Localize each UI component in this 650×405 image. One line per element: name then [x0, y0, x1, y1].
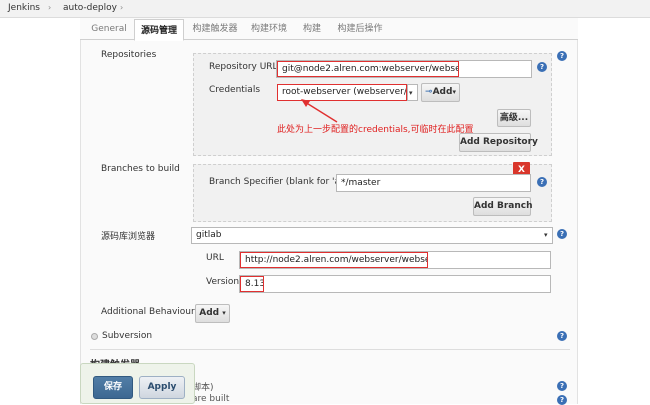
- version-label: Version: [206, 277, 240, 287]
- caret-down-icon: ▾: [409, 89, 413, 97]
- subversion-label: Subversion: [102, 331, 153, 341]
- trigger-option-partial: 脚本): [192, 383, 214, 393]
- help-icon[interactable]: ?: [557, 331, 567, 341]
- help-icon[interactable]: ?: [537, 62, 547, 72]
- repository-url-value: git@node2.alren.com:webserver/webserver.…: [277, 61, 459, 77]
- version-value: 8.13: [240, 276, 264, 292]
- help-icon[interactable]: ?: [557, 51, 567, 61]
- breadcrumb-jenkins[interactable]: Jenkins: [8, 3, 40, 13]
- tab-general[interactable]: General: [88, 18, 130, 40]
- tab-build[interactable]: 构建: [297, 18, 327, 40]
- advanced-button[interactable]: 高级...: [497, 109, 531, 127]
- tab-build-environment[interactable]: 构建环境: [247, 18, 291, 40]
- caret-down-icon: ▾: [544, 231, 548, 239]
- credentials-label: Credentials: [209, 85, 261, 95]
- repositories-label: Repositories: [101, 50, 157, 60]
- source-browser-label: 源码库浏览器: [101, 232, 156, 242]
- subversion-radio[interactable]: [91, 333, 98, 340]
- source-browser-select[interactable]: gitlab: [191, 227, 553, 244]
- tab-post-build[interactable]: 构建后操作: [332, 18, 388, 40]
- version-input[interactable]: [239, 275, 551, 293]
- credentials-dropdown[interactable]: ▾: [407, 84, 418, 101]
- additional-behaviours-add-button[interactable]: Add ▾: [195, 304, 230, 323]
- chevron-right-icon[interactable]: ›: [120, 3, 123, 12]
- trigger-option-partial-2: are built: [192, 394, 230, 404]
- additional-add-label: Add: [199, 308, 220, 318]
- branch-specifier-label: Branch Specifier (blank for 'any'): [209, 177, 358, 187]
- tab-source-management[interactable]: 源码管理: [134, 19, 184, 41]
- add-branch-button[interactable]: Add Branch: [473, 197, 533, 216]
- help-icon[interactable]: ?: [557, 229, 567, 239]
- additional-behaviours-label: Additional Behaviours: [101, 307, 200, 317]
- branch-specifier-input[interactable]: */master: [336, 174, 531, 192]
- save-button[interactable]: 保存: [93, 376, 133, 399]
- caret-down-icon: ▾: [452, 88, 456, 96]
- tab-build-triggers[interactable]: 构建触发器: [188, 18, 242, 40]
- branches-label: Branches to build: [101, 164, 180, 174]
- browser-url-value: http://node2.alren.com/webserver/webserv…: [240, 252, 428, 268]
- help-icon[interactable]: ?: [537, 177, 547, 187]
- section-divider: [90, 349, 570, 350]
- apply-button[interactable]: Apply: [139, 376, 185, 399]
- breadcrumb-auto-deploy[interactable]: auto-deploy: [63, 3, 117, 13]
- browser-url-label: URL: [206, 253, 224, 263]
- add-repository-button[interactable]: Add Repository: [459, 133, 538, 152]
- key-icon: ⊸: [425, 87, 433, 97]
- add-credentials-button[interactable]: ⊸Add▾: [421, 83, 460, 102]
- chevron-right-icon: ›: [48, 3, 52, 12]
- repository-url-label: Repository URL: [209, 62, 278, 72]
- help-icon[interactable]: ?: [557, 381, 567, 391]
- caret-down-icon: ▾: [222, 309, 226, 317]
- add-credentials-label: Add: [432, 87, 453, 97]
- annotation-note: 此处为上一步配置的credentials,可临时在此配置: [277, 125, 474, 135]
